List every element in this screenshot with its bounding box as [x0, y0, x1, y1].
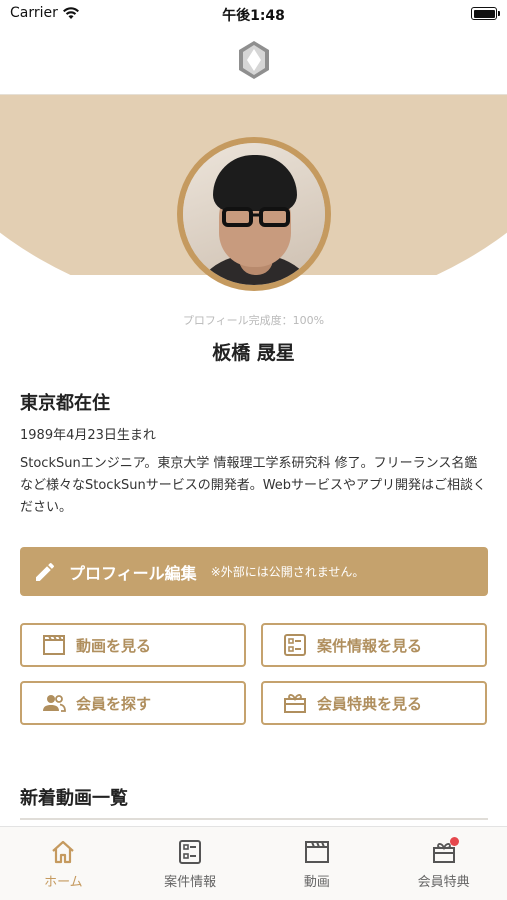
- view-perks-label: 会員特典を見る: [317, 694, 423, 713]
- bio-text: StockSunエンジニア。東京大学 情報理工学系研究科 修了。フリーランス名鑑…: [20, 456, 487, 515]
- battery-icon: [471, 7, 500, 20]
- view-perks-button[interactable]: 会員特典を見る: [261, 681, 487, 725]
- notification-badge: [450, 837, 460, 846]
- tab-home[interactable]: ホーム: [0, 827, 127, 900]
- location: 東京都在住: [20, 393, 110, 414]
- watch-videos-label: 動画を見る: [76, 636, 152, 655]
- pencil-icon: [36, 562, 55, 581]
- section-divider: [20, 818, 488, 820]
- profile-completion: プロフィール完成度：100%: [182, 314, 325, 327]
- status-bar: Carrier 午後1:48: [0, 0, 507, 28]
- edit-profile-note: ※外部には公開されません。: [210, 565, 365, 579]
- clapperboard-icon: [304, 841, 329, 863]
- watch-videos-button[interactable]: 動画を見る: [20, 623, 246, 667]
- people-icon: [43, 695, 66, 712]
- tab-videos[interactable]: 動画: [254, 827, 381, 900]
- app-logo-icon: [239, 41, 269, 79]
- edit-profile-label: プロフィール編集: [69, 563, 197, 583]
- avatar: [177, 137, 331, 291]
- tab-perks-label: 会員特典: [417, 875, 470, 890]
- tab-videos-label: 動画: [303, 875, 330, 890]
- user-name: 板橋 晟星: [212, 342, 295, 364]
- edit-profile-button[interactable]: プロフィール編集 ※外部には公開されません。: [20, 547, 488, 596]
- find-members-label: 会員を探す: [76, 694, 152, 713]
- new-videos-title: 新着動画一覧: [20, 788, 128, 809]
- clapperboard-icon: [43, 635, 65, 655]
- tab-home-label: ホーム: [44, 875, 83, 890]
- birthday: 1989年4月23日生まれ: [20, 428, 156, 443]
- list-card-icon: [284, 634, 306, 656]
- tab-projects-label: 案件情報: [164, 875, 217, 890]
- view-projects-label: 案件情報を見る: [317, 636, 423, 655]
- view-projects-button[interactable]: 案件情報を見る: [261, 623, 487, 667]
- tab-projects[interactable]: 案件情報: [127, 827, 254, 900]
- gift-icon: [284, 694, 306, 713]
- home-icon: [52, 840, 75, 864]
- status-time: 午後1:48: [222, 8, 285, 24]
- list-card-icon: [179, 840, 202, 864]
- nav-bar: [0, 28, 507, 94]
- find-members-button[interactable]: 会員を探す: [20, 681, 246, 725]
- profile-photo: [183, 143, 325, 285]
- tab-perks[interactable]: 会員特典: [380, 827, 507, 900]
- tab-bar: ホーム 案件情報 動画 会員特典: [0, 826, 507, 900]
